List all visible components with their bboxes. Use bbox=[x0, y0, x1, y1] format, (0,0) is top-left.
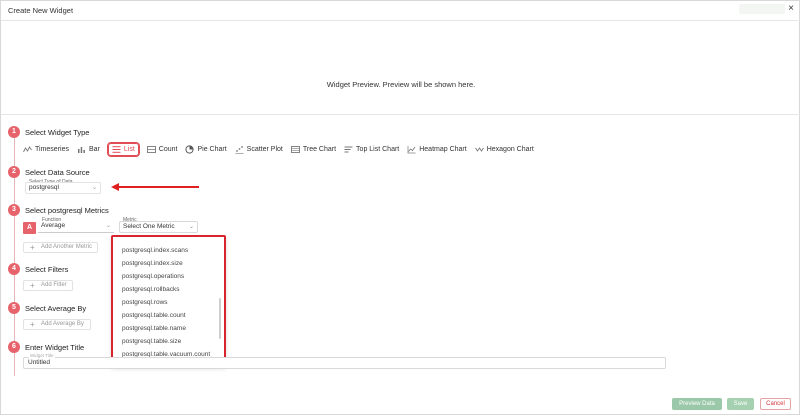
cancel-button[interactable]: Cancel bbox=[760, 398, 791, 410]
widget-type-label: Count bbox=[158, 146, 178, 153]
chevron-down-icon: ⌄ bbox=[188, 224, 194, 230]
step-1-title: Select Widget Type bbox=[25, 128, 90, 137]
metric-dropdown: postgresql.index.scans postgresql.index.… bbox=[111, 235, 226, 367]
widget-type-scatter-plot[interactable]: Scatter Plot bbox=[235, 143, 283, 156]
metric-option[interactable]: postgresql.operations bbox=[122, 273, 184, 280]
widget-type-pie-chart[interactable]: Pie Chart bbox=[185, 143, 227, 156]
aggregate-badge: A bbox=[23, 222, 36, 234]
preview-divider bbox=[1, 114, 800, 115]
step-4-badge: 4 bbox=[8, 263, 20, 275]
chevron-down-icon: ⌄ bbox=[91, 185, 97, 191]
metric-option[interactable]: postgresql.table.size bbox=[122, 338, 181, 345]
add-metric-label: Add Another Metric bbox=[41, 244, 93, 250]
widget-type-label: Tree Chart bbox=[302, 146, 337, 153]
widget-type-label: Bar bbox=[88, 146, 100, 153]
widget-type-label: List bbox=[123, 146, 135, 153]
widget-type-list[interactable]: List bbox=[106, 142, 140, 157]
metric-option[interactable]: postgresql.rollbacks bbox=[122, 286, 179, 293]
widget-type-bar-chart[interactable]: Bar bbox=[77, 143, 100, 156]
metric-option[interactable]: postgresql.rows bbox=[122, 299, 168, 306]
count-icon bbox=[146, 145, 156, 154]
list-icon bbox=[112, 145, 121, 154]
timeseries-icon bbox=[23, 145, 32, 154]
metric-option[interactable]: postgresql.table.name bbox=[122, 325, 186, 332]
metric-option[interactable]: postgresql.index.size bbox=[122, 260, 183, 267]
save-button[interactable]: Save bbox=[727, 398, 754, 410]
data-source-value: postgresql bbox=[29, 184, 59, 191]
widget-type-tree-chart[interactable]: Tree Chart bbox=[290, 143, 337, 156]
metric-option[interactable]: postgresql.table.count bbox=[122, 312, 186, 319]
widget-type-bar: Timeseries Bar List Count Pie Chart Scat… bbox=[23, 142, 542, 157]
metric-select[interactable]: Select One Metric ⌄ bbox=[119, 221, 198, 233]
step-1-badge: 1 bbox=[8, 126, 20, 138]
widget-type-count[interactable]: Count bbox=[146, 143, 178, 156]
preview-placeholder-text: Widget Preview. Preview will be shown he… bbox=[326, 80, 476, 89]
widget-type-timeseries[interactable]: Timeseries bbox=[23, 143, 69, 156]
step-5-badge: 5 bbox=[8, 302, 20, 314]
header-placeholder bbox=[739, 4, 785, 14]
hexagon-chart-icon bbox=[474, 145, 484, 154]
widget-type-top-list-chart[interactable]: Top List Chart bbox=[344, 143, 399, 156]
chevron-down-icon: ⌄ bbox=[105, 223, 111, 229]
bar-chart-icon bbox=[77, 145, 86, 154]
plus-icon: + bbox=[30, 320, 35, 329]
annotation-arrow-line bbox=[117, 186, 199, 188]
widget-type-heatmap-chart[interactable]: Heatmap Chart bbox=[407, 143, 467, 156]
widget-type-hexagon-chart[interactable]: Hexagon Chart bbox=[474, 143, 534, 156]
widget-type-label: Pie Chart bbox=[197, 146, 227, 153]
modal-title: Create New Widget bbox=[8, 6, 74, 15]
step-6-title: Enter Widget Title bbox=[25, 343, 85, 352]
function-value: Average bbox=[41, 222, 66, 229]
create-widget-modal: Create New Widget × Widget Preview. Prev… bbox=[0, 0, 800, 415]
add-filter-label: Add Filter bbox=[41, 282, 67, 288]
step-3-badge: 3 bbox=[8, 204, 20, 216]
widget-title-value: Untitled bbox=[28, 359, 51, 366]
widget-type-label: Top List Chart bbox=[356, 146, 400, 153]
tree-chart-icon bbox=[290, 145, 300, 154]
pie-chart-icon bbox=[185, 145, 195, 154]
step-3-title: Select postgresql Metrics bbox=[25, 206, 109, 215]
step-2-badge: 2 bbox=[8, 166, 20, 178]
widget-title-input[interactable]: Untitled bbox=[23, 357, 666, 369]
data-source-select[interactable]: postgresql ⌄ bbox=[25, 182, 101, 194]
step-2-title: Select Data Source bbox=[25, 168, 90, 177]
close-icon[interactable]: × bbox=[788, 3, 794, 14]
preview-data-button[interactable]: Preview Data bbox=[672, 398, 722, 410]
widget-type-label: Heatmap Chart bbox=[419, 146, 467, 153]
heatmap-chart-icon bbox=[407, 145, 416, 154]
metric-placeholder: Select One Metric bbox=[123, 223, 175, 230]
dropdown-scrollbar[interactable] bbox=[219, 298, 221, 339]
widget-type-label: Scatter Plot bbox=[246, 146, 283, 153]
add-another-metric-button[interactable]: + Add Another Metric bbox=[23, 242, 98, 253]
widget-type-label: Hexagon Chart bbox=[486, 146, 534, 153]
step-6-badge: 6 bbox=[8, 341, 20, 353]
plus-icon: + bbox=[30, 281, 35, 290]
function-select[interactable]: Average ⌄ bbox=[38, 221, 114, 233]
step-5-title: Select Average By bbox=[25, 304, 87, 313]
add-average-by-label: Add Average By bbox=[41, 321, 84, 327]
metric-option[interactable]: postgresql.index.scans bbox=[122, 247, 188, 254]
widget-type-label: Timeseries bbox=[35, 146, 69, 153]
widget-title-label: Widget Title bbox=[29, 353, 55, 358]
plus-icon: + bbox=[30, 243, 35, 252]
step-4-title: Select Filters bbox=[25, 265, 69, 274]
add-filter-button[interactable]: + Add Filter bbox=[23, 280, 73, 291]
scatter-plot-icon bbox=[235, 145, 244, 154]
top-list-chart-icon bbox=[344, 145, 353, 154]
add-average-by-button[interactable]: + Add Average By bbox=[23, 319, 91, 330]
annotation-arrow-head bbox=[111, 183, 119, 191]
widget-preview-area: Widget Preview. Preview will be shown he… bbox=[1, 21, 800, 114]
